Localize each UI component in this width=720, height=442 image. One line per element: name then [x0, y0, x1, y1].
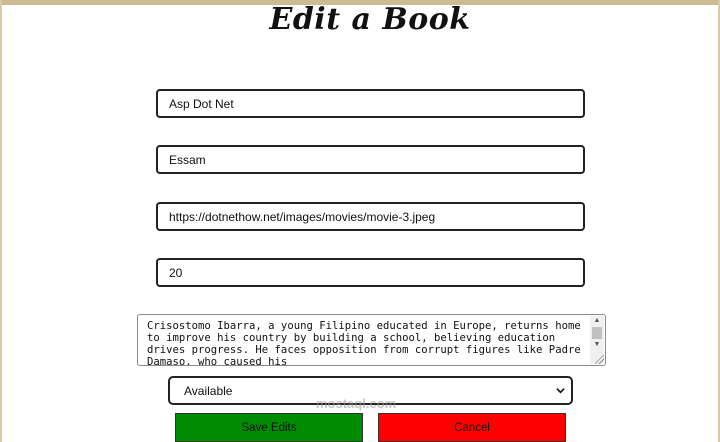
watermark: mostaql.com: [316, 396, 397, 411]
scroll-up-arrow-icon[interactable]: ▲: [590, 316, 604, 326]
book-description-textarea[interactable]: Crisostomo Ibarra, a young Filipino educ…: [137, 314, 606, 366]
page-title: Edit a Book: [269, 2, 471, 37]
cancel-button[interactable]: Cancel: [378, 413, 566, 442]
book-status-selected-value: Available: [184, 383, 233, 398]
book-title-input[interactable]: Asp Dot Net: [156, 89, 585, 118]
book-image-url-input[interactable]: https://dotnethow.net/images/movies/movi…: [156, 202, 585, 231]
book-quantity-input[interactable]: 20: [156, 258, 585, 287]
save-edits-button[interactable]: Save Edits: [175, 413, 363, 442]
resize-grip-icon[interactable]: [595, 355, 604, 364]
book-author-input[interactable]: Essam: [156, 145, 585, 174]
scroll-thumb[interactable]: [592, 327, 602, 339]
scroll-down-arrow-icon[interactable]: ▼: [590, 340, 604, 350]
window-frame-left: [0, 0, 2, 442]
chevron-down-icon: [556, 388, 565, 394]
book-description-text: Crisostomo Ibarra, a young Filipino educ…: [147, 320, 588, 366]
